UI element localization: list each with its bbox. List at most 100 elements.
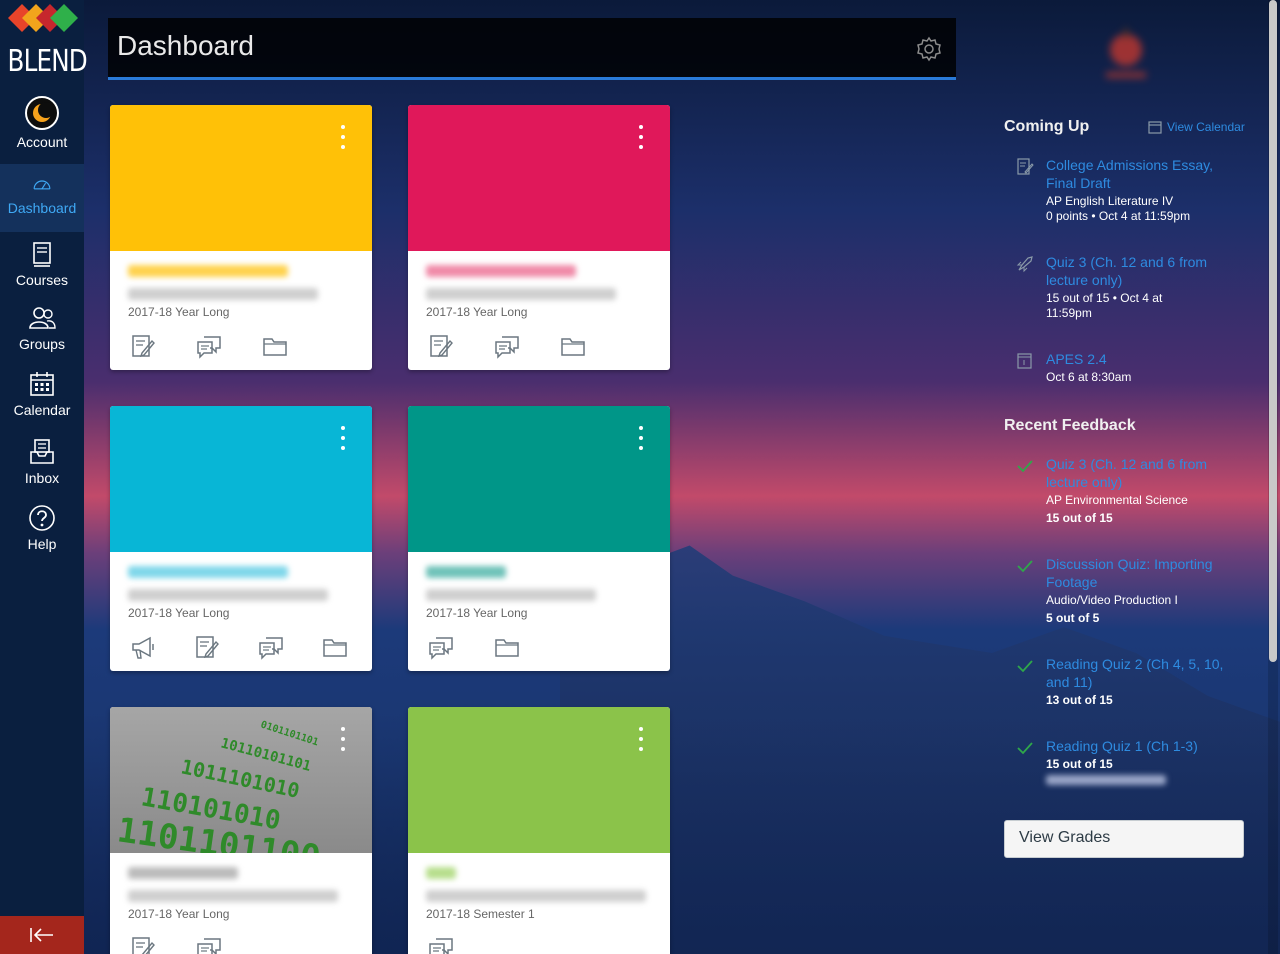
nav-inbox[interactable]: Inbox: [0, 438, 84, 490]
collapse-nav-button[interactable]: [0, 916, 84, 954]
nav-account[interactable]: Account: [0, 96, 84, 158]
course-card[interactable]: 0101101101 10110101101 1011101010 110101…: [110, 707, 372, 954]
course-card-hero[interactable]: [110, 406, 372, 552]
coming-up-details: 15 out of 15 • Oct 4 at 11:59pm: [1046, 291, 1163, 320]
course-code: [128, 589, 328, 601]
nav-calendar[interactable]: Calendar: [0, 370, 84, 422]
course-card-hero[interactable]: 0101101101 10110101101 1011101010 110101…: [110, 707, 372, 878]
discussions-icon[interactable]: [196, 935, 222, 954]
course-card[interactable]: 2017-18 Year Long: [408, 406, 670, 671]
feedback-title[interactable]: Quiz 3 (Ch. 12 and 6 from lecture only): [1046, 455, 1236, 491]
course-term: 2017-18 Year Long: [128, 305, 230, 319]
course-name[interactable]: [426, 867, 456, 879]
feedback-score: 15 out of 15: [1046, 511, 1113, 525]
files-folder-icon[interactable]: [262, 333, 288, 359]
course-name[interactable]: [128, 265, 288, 277]
card-options-menu-icon[interactable]: [340, 426, 346, 450]
feedback-course: [1046, 775, 1166, 785]
discussions-icon[interactable]: [494, 333, 520, 359]
course-code: [426, 890, 646, 902]
announcements-megaphone-icon[interactable]: [130, 634, 156, 660]
card-actions: [428, 935, 454, 954]
course-term: 2017-18 Year Long: [128, 606, 230, 620]
feedback-item[interactable]: Reading Quiz 2 (Ch 4, 5, 10, and 11) 13 …: [1004, 655, 1254, 711]
course-card[interactable]: 2017-18 Semester 1: [408, 707, 670, 954]
view-calendar-link[interactable]: View Calendar: [1148, 120, 1245, 134]
nav-help-label: Help: [27, 536, 57, 552]
recent-feedback-heading: Recent Feedback: [1004, 417, 1136, 434]
course-term: 2017-18 Year Long: [128, 907, 230, 921]
nav-account-label: Account: [16, 134, 68, 150]
course-card-hero[interactable]: [110, 105, 372, 251]
nav-groups[interactable]: Groups: [0, 304, 84, 356]
nav-dashboard[interactable]: Dashboard: [0, 164, 84, 232]
card-options-menu-icon[interactable]: [638, 125, 644, 149]
view-calendar-label: View Calendar: [1167, 120, 1245, 134]
nav-courses[interactable]: Courses: [0, 240, 84, 292]
page-title: Dashboard: [117, 30, 254, 61]
discussions-icon[interactable]: [428, 935, 454, 954]
avatar: [25, 96, 59, 130]
calendar-icon: [1148, 121, 1162, 134]
coming-up-title[interactable]: Quiz 3 (Ch. 12 and 6 from lecture only): [1046, 253, 1236, 289]
discussions-icon[interactable]: [196, 333, 222, 359]
discussions-icon[interactable]: [258, 634, 284, 660]
card-options-menu-icon[interactable]: [340, 125, 346, 149]
view-grades-button[interactable]: View Grades: [1004, 820, 1244, 858]
course-name[interactable]: [426, 265, 576, 277]
page-scrollbar[interactable]: [1268, 0, 1278, 954]
files-folder-icon[interactable]: [494, 634, 520, 660]
scrollbar-thumb[interactable]: [1269, 0, 1277, 662]
dashboard-gauge-icon: [33, 180, 51, 190]
coming-up-item[interactable]: College Admissions Essay, Final Draft AP…: [1004, 156, 1254, 228]
coming-up-item[interactable]: APES 2.4 Oct 6 at 8:30am: [1004, 350, 1254, 390]
coming-up-title[interactable]: APES 2.4: [1046, 350, 1236, 368]
course-card[interactable]: 2017-18 Year Long: [408, 105, 670, 370]
course-card[interactable]: 2017-18 Year Long: [110, 406, 372, 671]
feedback-item[interactable]: Reading Quiz 1 (Ch 1-3) 15 out of 15: [1004, 737, 1254, 793]
course-name[interactable]: [426, 566, 506, 578]
card-actions: [428, 634, 520, 662]
course-card[interactable]: 2017-18 Year Long: [110, 105, 372, 370]
gear-icon[interactable]: [916, 36, 942, 62]
checkmark-icon: [1017, 460, 1033, 473]
logo-diamonds-icon: [8, 4, 78, 32]
discussions-icon[interactable]: [428, 634, 454, 660]
course-card-hero[interactable]: [408, 707, 670, 853]
course-code: [128, 890, 338, 902]
feedback-score: 13 out of 15: [1046, 693, 1113, 707]
help-question-icon: [29, 505, 55, 531]
card-options-menu-icon[interactable]: [638, 727, 644, 751]
card-options-menu-icon[interactable]: [340, 727, 346, 751]
assignments-icon[interactable]: [428, 333, 454, 359]
coming-up-course: AP English Literature IV: [1046, 194, 1174, 208]
card-actions: [130, 333, 288, 361]
coming-up-title[interactable]: College Admissions Essay, Final Draft: [1046, 156, 1236, 192]
card-options-menu-icon[interactable]: [638, 426, 644, 450]
school-logo: [1106, 28, 1146, 78]
courses-book-icon: [33, 242, 51, 267]
nav-calendar-label: Calendar: [13, 402, 71, 418]
feedback-title[interactable]: Discussion Quiz: Importing Footage: [1046, 555, 1236, 591]
assignments-icon[interactable]: [130, 935, 156, 954]
files-folder-icon[interactable]: [322, 634, 348, 660]
course-name[interactable]: [128, 867, 238, 879]
calendar-event-icon: [1017, 353, 1032, 369]
assignments-icon[interactable]: [130, 333, 156, 359]
coming-up-item[interactable]: Quiz 3 (Ch. 12 and 6 from lecture only) …: [1004, 253, 1254, 325]
feedback-item[interactable]: Quiz 3 (Ch. 12 and 6 from lecture only) …: [1004, 455, 1254, 527]
coming-up-details: 0 points • Oct 4 at 11:59pm: [1046, 209, 1191, 223]
nav-help[interactable]: Help: [0, 504, 84, 556]
course-card-hero[interactable]: [408, 105, 670, 251]
course-card-hero[interactable]: [408, 406, 670, 552]
global-nav-sidebar: BLEND Account Dashboard Courses Groups C…: [0, 0, 88, 954]
blend-logo[interactable]: BLEND: [0, 0, 88, 90]
feedback-item[interactable]: Discussion Quiz: Importing Footage Audio…: [1004, 555, 1254, 627]
feedback-title[interactable]: Reading Quiz 2 (Ch 4, 5, 10, and 11): [1046, 655, 1236, 691]
dashboard-header: Dashboard: [108, 18, 956, 80]
files-folder-icon[interactable]: [560, 333, 586, 359]
feedback-title[interactable]: Reading Quiz 1 (Ch 1-3): [1046, 737, 1236, 755]
course-name[interactable]: [128, 566, 288, 578]
assignments-icon[interactable]: [194, 634, 220, 660]
checkmark-icon: [1017, 560, 1033, 573]
